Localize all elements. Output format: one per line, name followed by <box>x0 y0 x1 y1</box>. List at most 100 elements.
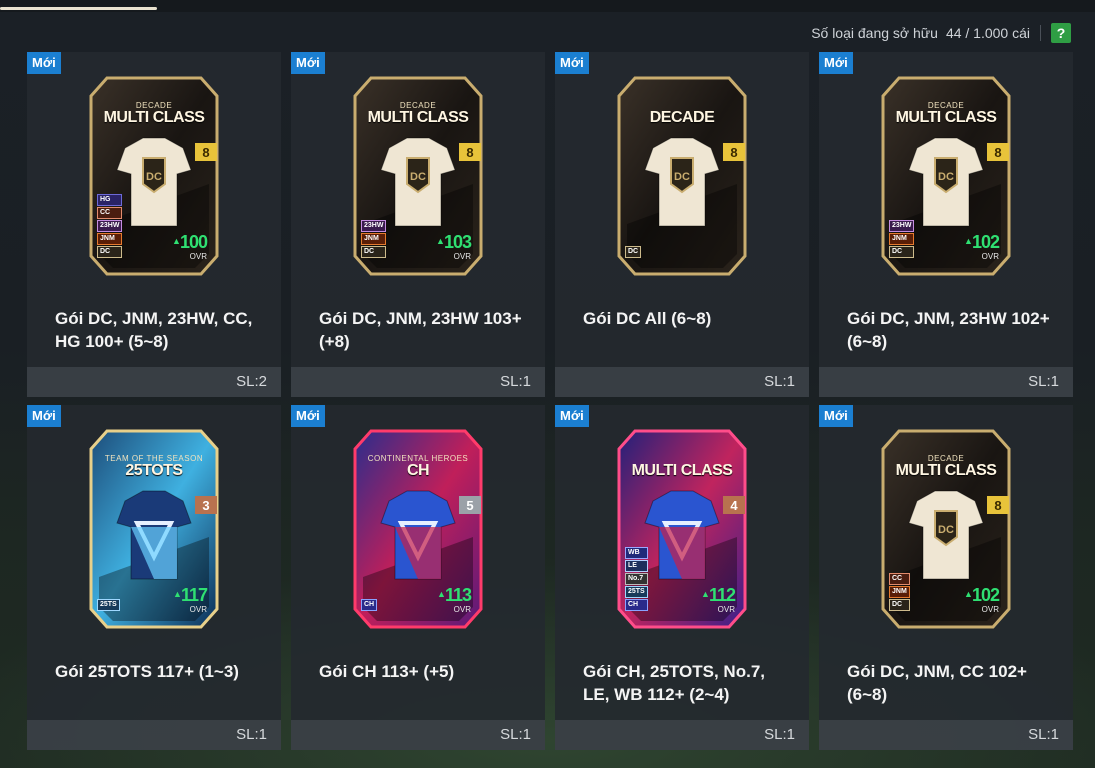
card-tag: CC <box>889 573 910 585</box>
card-ovr-value: ▲103 <box>436 232 472 252</box>
pack-name: Gói DC, JNM, 23HW, CC, HG 100+ (5~8) <box>55 309 253 351</box>
card-ovr-value: ▲102 <box>964 585 1000 605</box>
up-arrow-icon: ▲ <box>172 236 181 246</box>
card-ovr-label: OVR <box>717 605 735 614</box>
card-tag-list: 23HW JNM DC <box>889 220 915 258</box>
svg-text:DC: DC <box>938 524 954 536</box>
svg-text:DC: DC <box>146 171 162 183</box>
pack-card-image: DC DECADE MULTI CLASS 8 CC JNM DC ▲102 OVR <box>879 427 1013 631</box>
pack-tile[interactable]: Mới MULTI CLASS 4 WB LE No.7 25TS CH ▲112 OV… <box>555 405 809 750</box>
card-tag: DC <box>97 246 123 258</box>
card-level-badge: 8 <box>987 496 1009 514</box>
pack-quantity: SL:1 <box>291 720 545 750</box>
pack-quantity: SL:1 <box>555 720 809 750</box>
card-tag: 25TS <box>97 599 120 611</box>
card-tag: JNM <box>361 233 387 245</box>
new-badge: Mới <box>819 405 853 427</box>
pack-grid: Mới DC DECADE MULTI CLASS 8 HG CC 23HW JNM D… <box>27 52 1073 750</box>
pack-card-image: DC DECADE MULTI CLASS 8 HG CC 23HW JNM DC ▲1… <box>87 74 221 278</box>
card-tag: CH <box>361 599 378 611</box>
card-tag: JNM <box>889 233 915 245</box>
card-level-badge: 8 <box>723 143 745 161</box>
card-tag: 23HW <box>361 220 387 232</box>
card-tag-list: DC <box>625 246 642 258</box>
pack-tile[interactable]: Mới DC DECADE 8 DC Gói DC All (6~8) SL:1 <box>555 52 809 397</box>
card-tag-list: CH <box>361 599 378 611</box>
card-tag: CH <box>625 599 648 611</box>
card-tag: No.7 <box>625 573 648 585</box>
pack-quantity: SL:1 <box>819 367 1073 397</box>
new-badge: Mới <box>555 52 589 74</box>
svg-text:DC: DC <box>938 171 954 183</box>
card-tag-list: 25TS <box>97 599 120 611</box>
divider <box>1040 25 1041 41</box>
pack-tile[interactable]: Mới DC DECADE MULTI CLASS 8 23HW JNM DC ▲1… <box>819 52 1073 397</box>
card-ovr-value: ▲117 <box>173 585 208 605</box>
card-level-badge: 8 <box>987 143 1009 161</box>
up-arrow-icon: ▲ <box>173 589 182 599</box>
card-tag: DC <box>625 246 642 258</box>
up-arrow-icon: ▲ <box>701 589 710 599</box>
pack-card-image: CONTINENTAL HEROES CH 5 CH ▲113 OVR <box>351 427 485 631</box>
owned-value: 44 / 1.000 cái <box>945 25 1030 41</box>
new-badge: Mới <box>291 52 325 74</box>
pack-name: Gói CH, 25TOTS, No.7, LE, WB 112+ (2~4) <box>583 662 765 704</box>
owned-label: Số loại đang sở hữu <box>811 25 938 41</box>
pack-tile[interactable]: Mới DC DECADE MULTI CLASS 8 23HW JNM DC ▲1… <box>291 52 545 397</box>
pack-card-image: DC DECADE 8 DC <box>615 74 749 278</box>
pack-tile[interactable]: Mới DC DECADE MULTI CLASS 8 HG CC 23HW JNM D… <box>27 52 281 397</box>
card-tag-list: CC JNM DC <box>889 573 910 611</box>
new-badge: Mới <box>27 405 61 427</box>
pack-name: Gói DC, JNM, 23HW 102+ (6~8) <box>847 309 1050 351</box>
card-level-badge: 8 <box>459 143 481 161</box>
card-ovr-label: OVR <box>453 605 471 614</box>
up-arrow-icon: ▲ <box>964 236 973 246</box>
up-arrow-icon: ▲ <box>964 589 973 599</box>
card-tag: 25TS <box>625 586 648 598</box>
pack-card-image: TEAM OF THE SEASON 25TOTS 3 25TS ▲117 OV… <box>87 427 221 631</box>
card-tag: DC <box>361 246 387 258</box>
pack-name: Gói 25TOTS 117+ (1~3) <box>55 662 239 681</box>
new-badge: Mới <box>555 405 589 427</box>
card-ovr-value: ▲112 <box>701 585 736 605</box>
help-button[interactable]: ? <box>1051 23 1071 43</box>
card-level-badge: 3 <box>195 496 217 514</box>
card-tag: CC <box>97 207 123 219</box>
pack-card-image: DC DECADE MULTI CLASS 8 23HW JNM DC ▲103 O… <box>351 74 485 278</box>
owned-counter: Số loại đang sở hữu 44 / 1.000 cái ? <box>811 22 1071 44</box>
pack-name: Gói CH 113+ (+5) <box>319 662 455 681</box>
pack-quantity: SL:1 <box>555 367 809 397</box>
card-ovr-label: OVR <box>981 605 999 614</box>
card-level-badge: 8 <box>195 143 217 161</box>
card-ovr-value: ▲102 <box>964 232 1000 252</box>
card-tag: LE <box>625 560 648 572</box>
card-ovr-value: ▲100 <box>172 232 208 252</box>
pack-name: Gói DC, JNM, CC 102+ (6~8) <box>847 662 1027 704</box>
card-ovr-label: OVR <box>453 252 471 261</box>
card-tag: DC <box>889 246 915 258</box>
pack-tile[interactable]: Mới TEAM OF THE SEASON 25TOTS 3 25TS ▲11… <box>27 405 281 750</box>
up-arrow-icon: ▲ <box>436 236 445 246</box>
pack-quantity: SL:1 <box>291 367 545 397</box>
card-tag: DC <box>889 599 910 611</box>
card-tag: HG <box>97 194 123 206</box>
card-ovr-label: OVR <box>189 605 207 614</box>
new-badge: Mới <box>819 52 853 74</box>
card-tag: JNM <box>889 586 910 598</box>
svg-text:DC: DC <box>410 171 426 183</box>
up-arrow-icon: ▲ <box>437 589 446 599</box>
card-tag: WB <box>625 547 648 559</box>
card-tag-list: 23HW JNM DC <box>361 220 387 258</box>
pack-tile[interactable]: Mới CONTINENTAL HEROES CH 5 CH ▲113 OVR … <box>291 405 545 750</box>
pack-quantity: SL:1 <box>819 720 1073 750</box>
active-tab-indicator <box>0 7 157 10</box>
pack-tile[interactable]: Mới DC DECADE MULTI CLASS 8 CC JNM DC ▲102… <box>819 405 1073 750</box>
card-ovr-value: ▲113 <box>437 585 472 605</box>
pack-name: Gói DC All (6~8) <box>583 309 712 328</box>
card-level-badge: 4 <box>723 496 745 514</box>
card-tag-list: WB LE No.7 25TS CH <box>625 547 648 611</box>
card-tag: JNM <box>97 233 123 245</box>
new-badge: Mới <box>291 405 325 427</box>
new-badge: Mới <box>27 52 61 74</box>
pack-card-image: MULTI CLASS 4 WB LE No.7 25TS CH ▲112 OVR <box>615 427 749 631</box>
